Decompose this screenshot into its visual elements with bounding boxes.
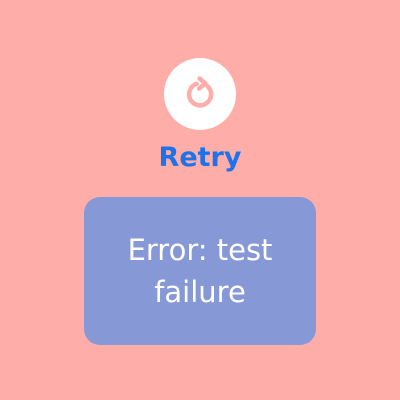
retry-label[interactable]: Retry — [159, 142, 242, 174]
retry-button[interactable] — [164, 58, 236, 130]
refresh-icon — [186, 76, 214, 108]
error-message-box: Error: test failure — [84, 197, 316, 345]
error-message: Error: test failure — [127, 233, 273, 309]
retry-control[interactable]: Retry — [0, 58, 400, 174]
